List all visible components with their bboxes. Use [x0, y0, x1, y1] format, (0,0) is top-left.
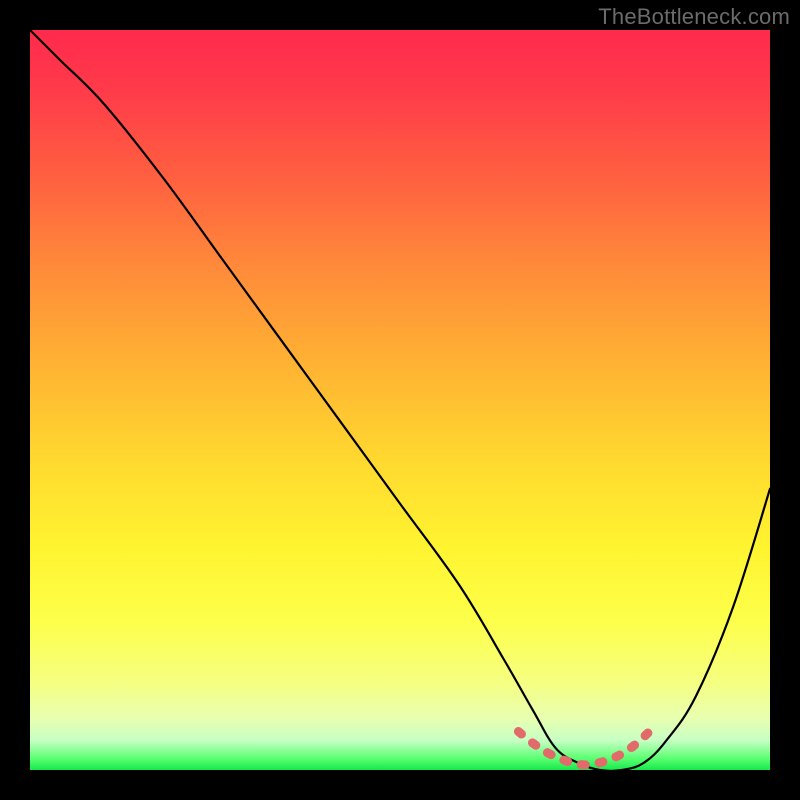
curve-svg: [30, 30, 770, 770]
watermark-text: TheBottleneck.com: [598, 4, 790, 30]
sweet-spot-marker: [518, 732, 648, 765]
plot-area: [30, 30, 770, 770]
bottleneck-curve: [30, 30, 770, 770]
chart-frame: TheBottleneck.com: [0, 0, 800, 800]
